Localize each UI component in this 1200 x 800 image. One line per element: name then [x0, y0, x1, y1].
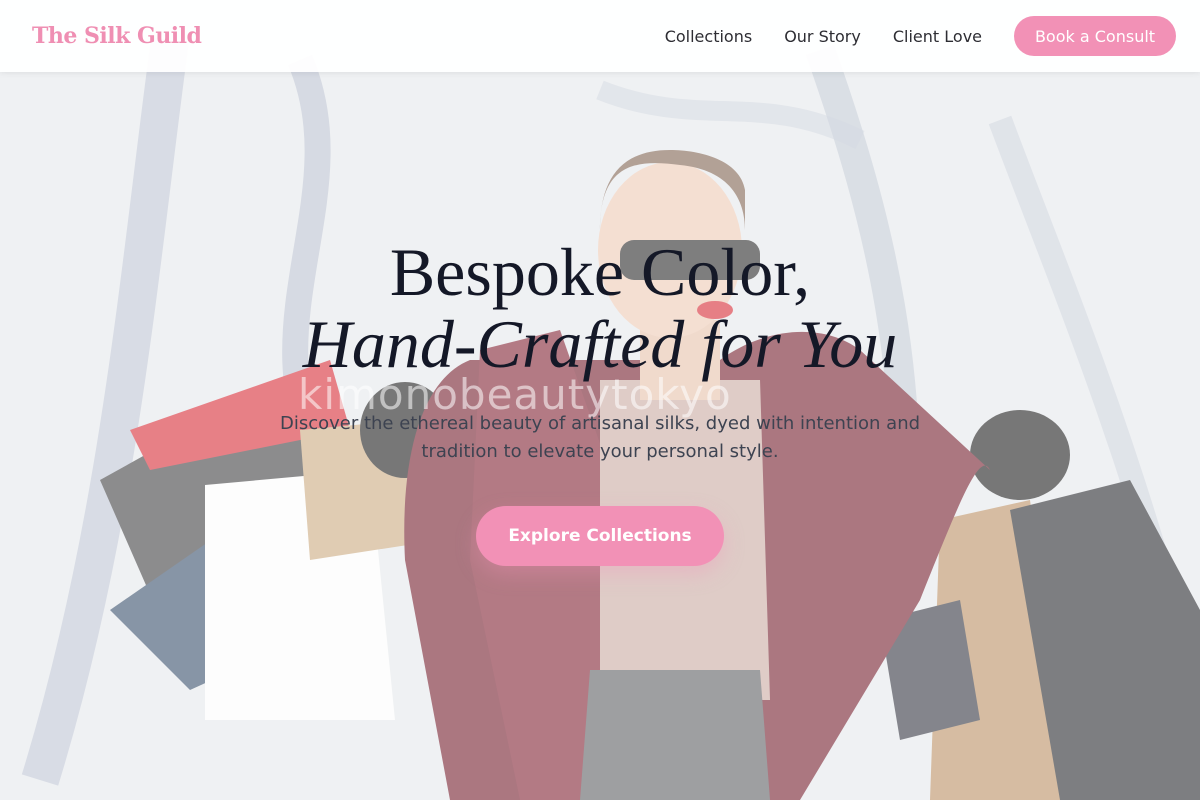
nav-link-client-love[interactable]: Client Love [893, 27, 982, 46]
explore-collections-button[interactable]: Explore Collections [476, 506, 724, 566]
hero-title-line-2: Hand-Crafted for You [302, 306, 898, 382]
hero-title-line-1: Bespoke Color, [389, 234, 811, 310]
hero-title: Bespoke Color, Hand-Crafted for You [0, 236, 1200, 380]
nav-link-collections[interactable]: Collections [665, 27, 752, 46]
main-nav: Collections Our Story Client Love Book a… [633, 16, 1176, 56]
nav-link-our-story[interactable]: Our Story [784, 27, 861, 46]
brand-logo[interactable]: The Silk Guild [32, 23, 202, 49]
site-header: The Silk Guild Collections Our Story Cli… [0, 0, 1200, 72]
hero-subtitle: Discover the ethereal beauty of artisana… [279, 413, 921, 462]
book-consult-button[interactable]: Book a Consult [1014, 16, 1176, 56]
hero-section: Bespoke Color, Hand-Crafted for You Disc… [0, 236, 1200, 566]
